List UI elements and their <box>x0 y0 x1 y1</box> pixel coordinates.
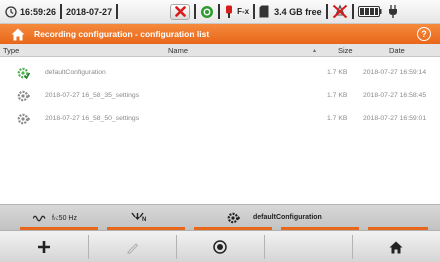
add-icon <box>38 241 50 253</box>
help-icon[interactable]: ? <box>417 27 431 41</box>
frequency-label: fₙ:50 Hz <box>52 215 77 222</box>
column-header-size[interactable]: Size <box>338 46 353 55</box>
battery-icon <box>357 6 382 17</box>
storage-free: 3.4 GB free <box>274 6 322 17</box>
settings-file-icon <box>17 113 30 125</box>
config-size: 1.7 KB <box>327 69 348 76</box>
settings-file-icon <box>17 90 30 102</box>
home-icon <box>389 241 403 253</box>
clock-icon <box>5 5 17 18</box>
recording-status-icon[interactable] <box>200 5 214 19</box>
empty-toolbar-slot <box>264 231 352 262</box>
title-bar: Recording configuration - configuration … <box>0 24 440 44</box>
config-name: 2018-07-27 16_58_35_settings <box>45 92 140 99</box>
probe-label: F-x <box>237 7 250 16</box>
config-name: defaultConfiguration <box>45 69 106 76</box>
table-row[interactable]: 2018-07-27 16_58_50_settings 1.7 KB 2018… <box>0 107 440 130</box>
config-size: 1.7 KB <box>327 115 348 122</box>
active-config-name: defaultConfiguration <box>253 214 322 221</box>
table-row[interactable]: 2018-07-27 16_58_35_settings 1.7 KB 2018… <box>0 84 440 107</box>
config-date: 2018-07-27 16:58:45 <box>363 92 427 99</box>
column-header-type[interactable]: Type <box>3 46 19 55</box>
edit-icon <box>126 242 138 254</box>
sine-wave-icon <box>33 215 46 222</box>
configuration-list: defaultConfiguration 1.7 KB 2018-07-27 1… <box>0 57 440 204</box>
config-date: 2018-07-27 16:59:14 <box>363 69 427 76</box>
status-separator <box>60 4 63 19</box>
add-config-button[interactable] <box>0 231 88 262</box>
edit-config-button[interactable] <box>88 231 176 262</box>
column-header-name[interactable]: Name <box>168 46 188 55</box>
network-label: N <box>142 217 147 223</box>
status-bar: 16:59:26 2018-07-27 F-x 3.4 GB free <box>0 0 440 24</box>
status-separator <box>253 4 256 19</box>
status-separator <box>325 4 328 19</box>
home-button[interactable] <box>352 231 440 262</box>
column-header-date[interactable]: Date <box>389 46 405 55</box>
table-row[interactable]: defaultConfiguration 1.7 KB 2018-07-27 1… <box>0 61 440 84</box>
probe-icon <box>226 5 233 18</box>
active-config-icon <box>17 67 30 79</box>
help-label: ? <box>421 29 427 39</box>
config-date: 2018-07-27 16:59:01 <box>363 115 427 122</box>
status-separator <box>351 4 354 19</box>
home-icon[interactable] <box>11 28 25 41</box>
no-wireless-icon <box>332 4 347 19</box>
status-date: 2018-07-27 <box>66 6 113 17</box>
status-separator <box>218 4 221 19</box>
status-separator <box>116 4 119 19</box>
table-header: Type Name ▴ Size Date <box>0 44 440 57</box>
activate-config-button[interactable] <box>176 231 264 262</box>
close-icon <box>174 6 186 17</box>
bottom-toolbar <box>0 230 440 262</box>
plug-icon <box>388 5 397 18</box>
page-title: Recording configuration - configuration … <box>34 29 210 39</box>
sort-arrow-icon: ▴ <box>313 48 317 54</box>
info-bar: fₙ:50 Hz N defaultConfiguration <box>0 204 440 230</box>
config-name: 2018-07-27 16_58_50_settings <box>45 115 140 122</box>
status-time: 16:59:26 <box>20 6 57 17</box>
config-size: 1.7 KB <box>327 92 348 99</box>
alarm-button[interactable] <box>170 3 191 20</box>
sd-card-icon <box>259 5 269 18</box>
settings-file-icon <box>227 212 240 224</box>
status-separator <box>194 4 197 19</box>
activate-icon <box>213 240 227 254</box>
